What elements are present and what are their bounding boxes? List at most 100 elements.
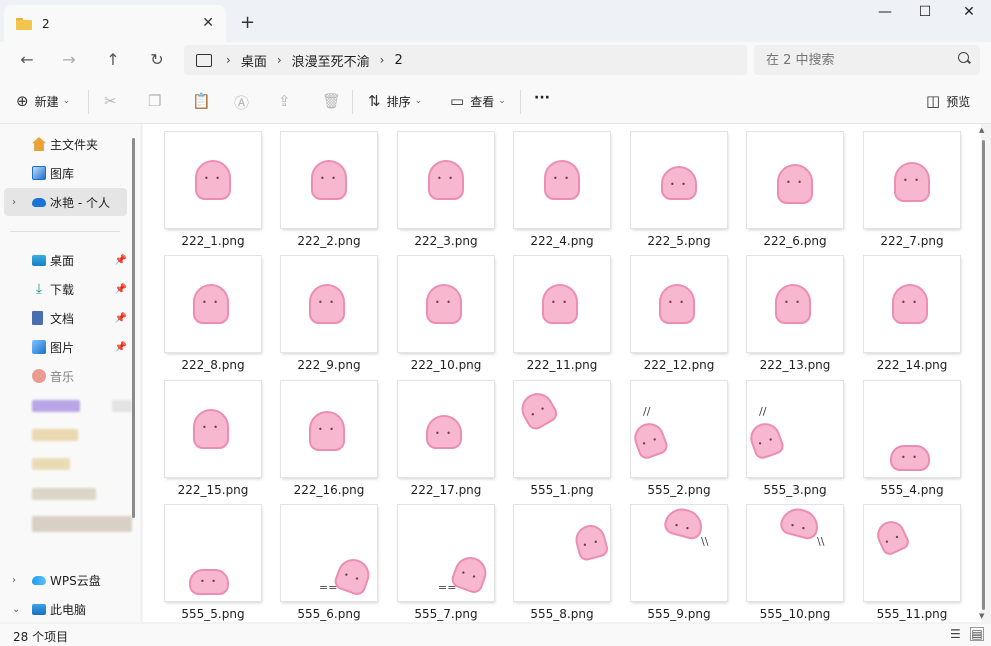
delete-button[interactable]: 🗑	[322, 92, 347, 110]
new-tab-button[interactable]: +	[240, 12, 255, 33]
sidebar-item-label: 文档	[50, 311, 75, 326]
pin-icon: 📌	[114, 312, 127, 324]
home-icon	[32, 137, 46, 151]
chevron-down-icon: ⌄	[414, 96, 423, 106]
details-view-icon[interactable]: ☰	[950, 627, 961, 641]
file-name: 222_8.png	[181, 358, 245, 372]
content-scrollbar[interactable]	[982, 140, 985, 610]
plus-circle-icon: ⊕	[16, 92, 29, 110]
back-button[interactable]: ←	[16, 50, 38, 69]
image-thumbnail	[398, 132, 494, 228]
sidebar-item-music[interactable]: 音乐	[4, 362, 127, 390]
new-button[interactable]: ⊕ 新建 ⌄	[16, 92, 70, 110]
breadcrumb-separator[interactable]: ›	[226, 53, 231, 67]
image-thumbnail	[864, 256, 960, 352]
sidebar-item-wps-cloud[interactable]: › WPS云盘	[4, 566, 127, 594]
breadcrumb-separator[interactable]: ›	[277, 53, 282, 67]
sort-button[interactable]: ⇅ 排序 ⌄	[368, 92, 422, 110]
chevron-down-icon[interactable]: ⌄	[12, 604, 20, 615]
copy-button[interactable]: ❐	[148, 92, 167, 110]
image-thumbnail: //	[746, 381, 843, 477]
scroll-up-icon[interactable]: ▲	[979, 126, 984, 134]
file-name: 555_8.png	[530, 607, 594, 621]
preview-pane-label: 预览	[946, 94, 971, 109]
image-thumbnail	[631, 132, 727, 228]
ghost-image	[872, 516, 912, 558]
up-button[interactable]: ↑	[102, 50, 124, 69]
scroll-down-icon[interactable]: ▼	[979, 612, 984, 620]
redacted-item	[32, 400, 80, 412]
music-icon	[32, 369, 46, 383]
motion-lines-icon: //	[759, 405, 767, 418]
ghost-image	[309, 411, 345, 451]
cloud-icon	[32, 198, 46, 207]
sidebar-item-documents[interactable]: 文档 📌	[4, 304, 127, 332]
tab-close-icon[interactable]: ✕	[202, 15, 214, 31]
image-thumbnail	[165, 505, 261, 601]
close-window-button[interactable]: ✕	[946, 4, 991, 20]
scissors-icon: ✂	[104, 92, 117, 110]
file-name: 555_5.png	[181, 607, 245, 621]
file-name: 222_5.png	[647, 234, 711, 248]
more-options-button[interactable]: ···	[534, 90, 550, 106]
file-name: 222_10.png	[410, 358, 482, 372]
image-thumbnail	[514, 381, 610, 477]
file-name: 222_2.png	[297, 234, 361, 248]
breadcrumb[interactable]: › 桌面 › 浪漫至死不渝 › 2	[184, 45, 747, 75]
image-thumbnail	[165, 132, 261, 228]
wps-cloud-icon	[32, 576, 46, 585]
paste-button[interactable]: 📋	[192, 92, 217, 110]
sidebar-item-label: 此电脑	[50, 602, 87, 617]
file-grid-pane[interactable]: 222_1.png 222_2.png 222_3.png 222_4.png …	[143, 124, 981, 622]
search-input[interactable]	[754, 45, 980, 75]
image-thumbnail: ==	[281, 505, 377, 601]
maximize-button[interactable]: ☐	[902, 4, 948, 20]
refresh-button[interactable]: ↻	[146, 50, 168, 69]
file-name: 222_11.png	[526, 358, 598, 372]
image-thumbnail	[398, 256, 494, 352]
file-name: 555_7.png	[414, 607, 478, 621]
breadcrumb-item-current[interactable]: 2	[394, 53, 402, 68]
sidebar-item-gallery[interactable]: 图库	[4, 159, 127, 187]
rename-button[interactable]: Ⓐ	[234, 92, 255, 113]
file-name: 222_13.png	[759, 358, 831, 372]
ghost-image	[189, 569, 229, 595]
sidebar-item-this-pc[interactable]: ⌄ 此电脑	[4, 595, 127, 623]
breadcrumb-separator[interactable]: ›	[380, 53, 385, 67]
view-button[interactable]: ▭ 查看 ⌄	[450, 92, 506, 110]
breadcrumb-item-desktop[interactable]: 桌面	[241, 51, 267, 70]
redacted-item	[112, 400, 132, 412]
tab-current-folder[interactable]: 2 ✕	[4, 5, 226, 42]
sidebar-divider	[10, 231, 120, 232]
sidebar-scrollbar[interactable]	[132, 138, 135, 518]
tiles-view-icon[interactable]: ▤	[970, 627, 984, 641]
redacted-item	[32, 458, 70, 470]
sidebar-item-onedrive[interactable]: › 冰艳 - 个人	[4, 188, 127, 216]
forward-button[interactable]: →	[58, 50, 80, 69]
computer-icon	[196, 53, 212, 67]
ghost-image	[542, 284, 578, 324]
chevron-right-icon[interactable]: ›	[12, 197, 16, 208]
image-thumbnail	[514, 505, 610, 601]
sidebar-item-pictures[interactable]: 图片 📌	[4, 333, 127, 361]
sort-icon: ⇅	[368, 92, 381, 110]
sidebar-item-downloads[interactable]: ⤓ 下载 📌	[4, 275, 127, 303]
folder-icon	[16, 17, 32, 30]
cut-button[interactable]: ✂	[104, 92, 123, 110]
preview-pane-button[interactable]: ◫ 预览	[926, 92, 970, 110]
desktop-icon	[32, 254, 46, 266]
sidebar-item-label: 桌面	[50, 253, 75, 268]
file-name: 222_16.png	[293, 483, 365, 497]
chevron-right-icon[interactable]: ›	[12, 575, 16, 586]
sidebar-item-desktop[interactable]: 桌面 📌	[4, 246, 127, 274]
search-icon[interactable]	[958, 52, 969, 63]
item-count: 28 个项目	[13, 630, 69, 644]
share-button[interactable]: ⇪	[278, 92, 297, 110]
breadcrumb-item-folder[interactable]: 浪漫至死不渝	[292, 51, 370, 70]
ghost-image	[630, 418, 670, 462]
ghost-image	[309, 284, 345, 324]
sidebar-item-home[interactable]: 主文件夹	[4, 130, 127, 158]
share-icon: ⇪	[278, 92, 291, 110]
ghost-image	[661, 166, 697, 200]
sidebar-item-label: 图片	[50, 340, 75, 355]
